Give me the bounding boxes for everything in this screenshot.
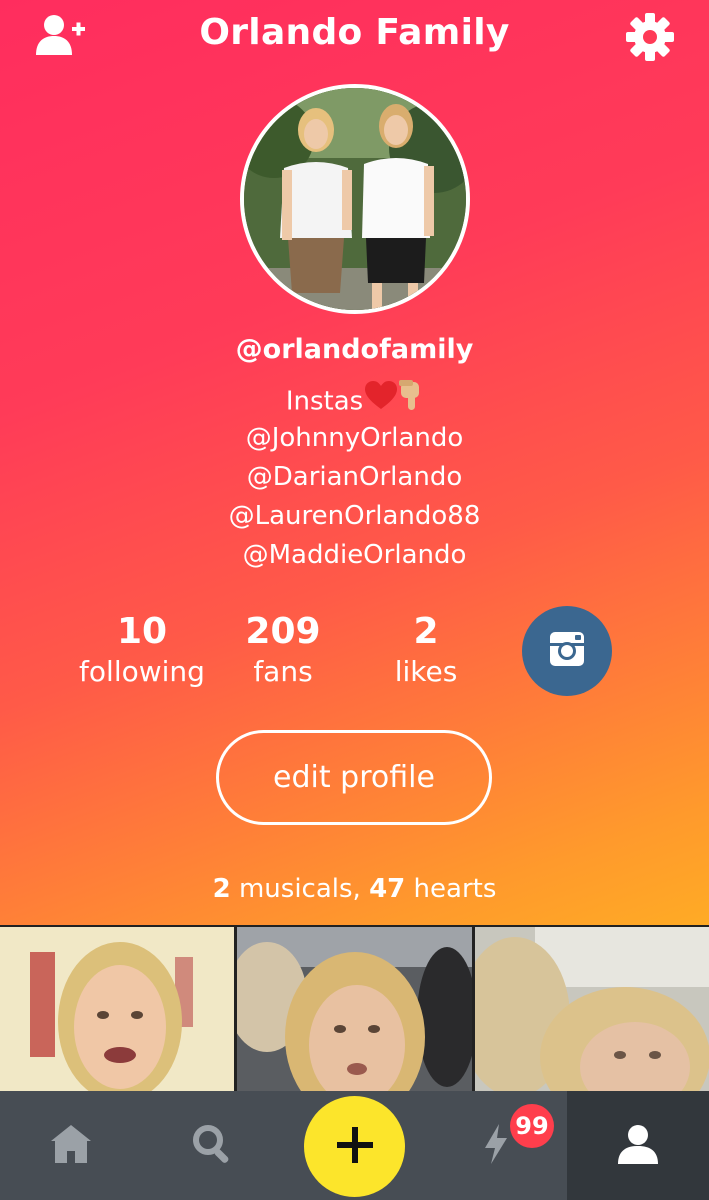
lightning-icon <box>483 1123 509 1168</box>
bio-line[interactable]: @MaddieOrlando <box>0 536 709 575</box>
tab-profile[interactable] <box>567 1091 709 1200</box>
instagram-button[interactable] <box>522 606 612 696</box>
musicals-summary: 2 musicals, 47 hearts <box>0 874 709 904</box>
gear-icon[interactable] <box>624 12 676 62</box>
header: Orlando Family <box>0 0 709 72</box>
edit-profile-button[interactable]: edit profile <box>216 730 492 825</box>
bio-first-line-text: Instas <box>285 386 364 417</box>
hearts-count: 47 <box>369 874 406 904</box>
profile-handle: @orlandofamily <box>235 334 474 365</box>
stat-label: fans <box>253 655 313 688</box>
video-grid <box>0 925 709 1091</box>
home-icon <box>50 1124 91 1167</box>
tab-search[interactable] <box>141 1091 282 1200</box>
bio-line[interactable]: @DarianOrlando <box>0 458 709 497</box>
stat-value: 209 <box>245 611 321 652</box>
point-down-emoji <box>399 380 423 424</box>
stat-label: likes <box>394 655 458 688</box>
bio-line[interactable]: @LaurenOrlando88 <box>0 497 709 536</box>
stat-value: 10 <box>116 611 168 652</box>
video-thumbnail[interactable] <box>0 927 234 1091</box>
video-thumbnail[interactable] <box>475 927 709 1091</box>
video-thumbnail[interactable] <box>237 927 472 1091</box>
stat-fans[interactable]: 209 fans <box>203 610 363 690</box>
profile-avatar[interactable] <box>240 84 470 314</box>
search-icon <box>192 1124 232 1168</box>
musicals-label: musicals, <box>238 874 361 904</box>
heart-emoji <box>365 381 398 423</box>
instagram-icon <box>549 631 585 671</box>
plus-icon <box>336 1126 373 1167</box>
hearts-label: hearts <box>413 874 497 904</box>
bio-line[interactable]: @JohnnyOrlando <box>0 419 709 458</box>
tab-notifications[interactable] <box>425 1091 567 1200</box>
page-title: Orlando Family <box>199 12 510 53</box>
musicals-count: 2 <box>212 874 231 904</box>
stat-label: following <box>79 655 205 688</box>
person-icon <box>618 1124 658 1168</box>
tab-home[interactable] <box>0 1091 141 1200</box>
stat-following[interactable]: 10 following <box>62 610 222 690</box>
bio-line: Instas <box>0 380 709 419</box>
stat-value: 2 <box>413 611 439 652</box>
notification-badge: 99 <box>510 1104 554 1148</box>
profile-bio: Instas @JohnnyOrlando @DarianOrlando @La… <box>0 380 709 575</box>
create-button[interactable] <box>304 1096 405 1197</box>
stat-likes[interactable]: 2 likes <box>346 610 506 690</box>
